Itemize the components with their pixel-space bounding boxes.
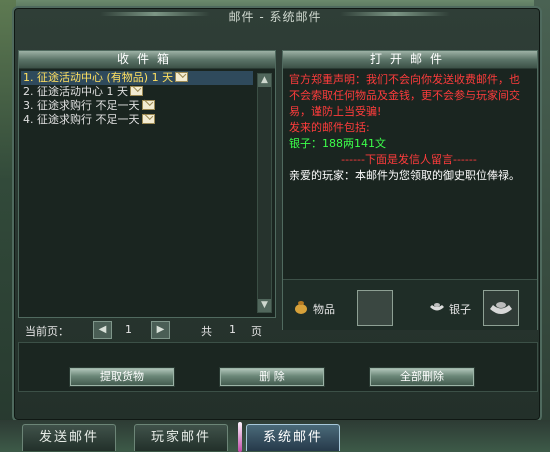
mail-expires: 不足一天 xyxy=(95,99,140,112)
total-label-prefix: 共 xyxy=(201,325,212,338)
mail-index: 1. xyxy=(23,71,34,84)
mail-expires: 不足一天 xyxy=(95,113,140,126)
tab-player-mail[interactable]: 玩家邮件 xyxy=(134,424,228,451)
total-label-suffix: 页 xyxy=(251,325,262,338)
silver-slot[interactable] xyxy=(483,290,519,326)
mail-expires: 1 天 xyxy=(151,71,174,84)
mail-sender: 征途活动中心 xyxy=(37,85,103,98)
scroll-down-icon[interactable]: ▼ xyxy=(258,299,271,312)
message-separator: ------下面是发信人留言------ xyxy=(341,153,477,166)
mail-content: 官方郑重声明：我们不会向你发送收费邮件，也不会索取任何物品及金钱，更不会参与玩家… xyxy=(289,72,529,184)
envelope-icon xyxy=(175,72,189,82)
mail-sender: 征途求购行 xyxy=(37,113,92,126)
item-slot[interactable] xyxy=(357,290,393,326)
content-title: 发来的邮件包括: xyxy=(289,121,370,134)
attachments-row: 物品 银子 xyxy=(283,279,537,330)
silver-ingot-icon xyxy=(490,302,512,314)
pager: 当前页： ◀ 1 ▶ 共 1 页 xyxy=(19,321,275,339)
inbox-list: 1. 征途活动中心 (有物品) 1 天 2. 征途活动中心 1 天 3. 征途求… xyxy=(21,71,253,127)
mail-index: 4. xyxy=(23,113,34,126)
current-page-number: 1 xyxy=(125,323,132,336)
envelope-icon xyxy=(130,86,143,96)
action-toolbar: 提取货物 删 除 全部删除 xyxy=(18,342,538,392)
silver-label: 银子 xyxy=(449,303,471,316)
take-goods-button[interactable]: 提取货物 xyxy=(69,367,175,387)
official-disclaimer: 官方郑重声明：我们不会向你发送收费邮件，也不会索取任何物品及金钱，更不会参与玩家… xyxy=(289,73,520,118)
delete-all-button[interactable]: 全部删除 xyxy=(369,367,475,387)
mail-tabs: 发送邮件 玩家邮件 系统邮件 xyxy=(0,420,550,452)
inbox-scrollbar[interactable]: ▲ ▼ xyxy=(257,73,272,313)
money-bag-icon xyxy=(293,300,309,314)
total-pages-number: 1 xyxy=(229,323,236,336)
mail-sender: 征途活动中心 xyxy=(37,71,103,84)
tab-send-mail[interactable]: 发送邮件 xyxy=(22,424,116,451)
mail-index: 3. xyxy=(23,99,34,112)
reader-header: 打开邮件 xyxy=(283,51,537,69)
prev-page-icon[interactable]: ◀ xyxy=(93,321,112,339)
tab-system-mail[interactable]: 系统邮件 xyxy=(246,424,340,451)
items-label: 物品 xyxy=(313,303,335,316)
list-item[interactable]: 1. 征途活动中心 (有物品) 1 天 xyxy=(21,71,253,85)
silver-ingot-icon xyxy=(429,300,445,314)
mail-sender: 征途求购行 xyxy=(37,99,92,112)
delete-button[interactable]: 删 除 xyxy=(219,367,325,387)
envelope-icon xyxy=(141,100,155,110)
inbox-header: 收件箱 xyxy=(19,51,275,69)
mail-expires: 1 天 xyxy=(106,85,129,98)
scroll-up-icon[interactable]: ▲ xyxy=(258,74,271,87)
window-title: 邮件 - 系统邮件 xyxy=(228,10,322,24)
list-item[interactable]: 2. 征途活动中心 1 天 xyxy=(21,85,253,99)
envelope-icon xyxy=(141,114,155,124)
message-text: 亲爱的玩家：本邮件为您领取的御史职位俸禄。 xyxy=(289,169,520,182)
silver-amount: 银子：188两141文 xyxy=(289,137,386,150)
mail-tag: (有物品) xyxy=(106,71,149,84)
inbox-panel: 收件箱 1. 征途活动中心 (有物品) 1 天 2. 征途活动中心 1 天 3.… xyxy=(18,50,276,339)
current-page-label: 当前页： xyxy=(25,325,69,338)
list-item[interactable]: 3. 征途求购行 不足一天 xyxy=(21,99,253,113)
list-item[interactable]: 4. 征途求购行 不足一天 xyxy=(21,113,253,127)
reader-panel: 打开邮件 官方郑重声明：我们不会向你发送收费邮件，也不会索取任何物品及金钱，更不… xyxy=(282,50,538,330)
mail-index: 2. xyxy=(23,85,34,98)
next-page-icon[interactable]: ▶ xyxy=(151,321,170,339)
active-tab-glow xyxy=(238,422,242,452)
